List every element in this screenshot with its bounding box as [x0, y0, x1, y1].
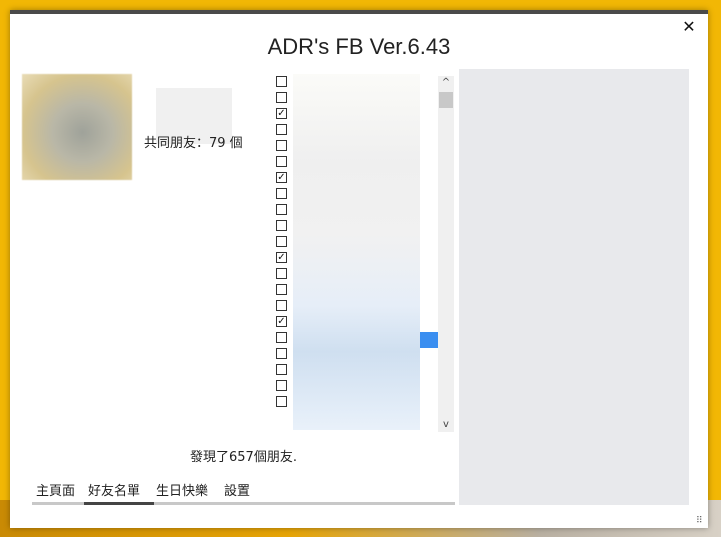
friend-names-panel[interactable]	[293, 74, 420, 430]
friend-checkbox[interactable]: ✓	[276, 108, 287, 119]
friend-checkbox-list: ✓ ✓ ✓ ✓	[276, 76, 290, 412]
scroll-thumb[interactable]	[439, 92, 453, 108]
friend-checkbox[interactable]: ✓	[276, 172, 287, 183]
profile-avatar	[22, 74, 132, 180]
tab-settings[interactable]: 設置	[224, 480, 250, 499]
friend-checkbox[interactable]	[276, 156, 287, 167]
app-window: ✕ ADR's FB Ver.6.43 共同朋友：79 個 ✓ ✓ ✓ ✓ ^ v 發…	[10, 10, 708, 528]
friend-checkbox[interactable]: ✓	[276, 252, 287, 263]
friend-checkbox[interactable]	[276, 124, 287, 135]
tab-active-indicator	[84, 502, 154, 505]
friend-checkbox[interactable]	[276, 300, 287, 311]
tab-bar: 主頁面 好友名單 生日快樂 設置	[32, 480, 455, 505]
friend-checkbox[interactable]	[276, 348, 287, 359]
friend-checkbox[interactable]	[276, 380, 287, 391]
friend-checkbox[interactable]	[276, 92, 287, 103]
tab-friend-list[interactable]: 好友名單	[88, 480, 140, 499]
friend-list-scrollbar[interactable]: ^ v	[438, 76, 454, 432]
friends-found-status: 發現了657個朋友.	[190, 450, 297, 465]
scroll-up-button[interactable]: ^	[438, 76, 454, 90]
friend-checkbox[interactable]	[276, 188, 287, 199]
friend-checkbox[interactable]	[276, 396, 287, 407]
friend-checkbox[interactable]	[276, 76, 287, 87]
mutual-friends-label: 共同朋友：79 個	[144, 136, 243, 151]
friend-checkbox[interactable]	[276, 140, 287, 151]
window-title: ADR's FB Ver.6.43	[267, 34, 451, 59]
friend-checkbox[interactable]	[276, 204, 287, 215]
friend-checkbox[interactable]	[276, 332, 287, 343]
scroll-down-button[interactable]: v	[438, 418, 454, 432]
friend-checkbox[interactable]	[276, 268, 287, 279]
detail-panel	[459, 69, 689, 505]
resize-grip-icon[interactable]: ⠿	[696, 516, 706, 526]
friend-checkbox[interactable]	[276, 220, 287, 231]
friend-checkbox[interactable]: ✓	[276, 316, 287, 327]
friend-checkbox[interactable]	[276, 236, 287, 247]
friend-checkbox[interactable]	[276, 284, 287, 295]
tab-home[interactable]: 主頁面	[36, 480, 75, 499]
selection-marker	[420, 332, 438, 348]
tab-birthday[interactable]: 生日快樂	[156, 480, 208, 499]
friend-checkbox[interactable]	[276, 364, 287, 375]
